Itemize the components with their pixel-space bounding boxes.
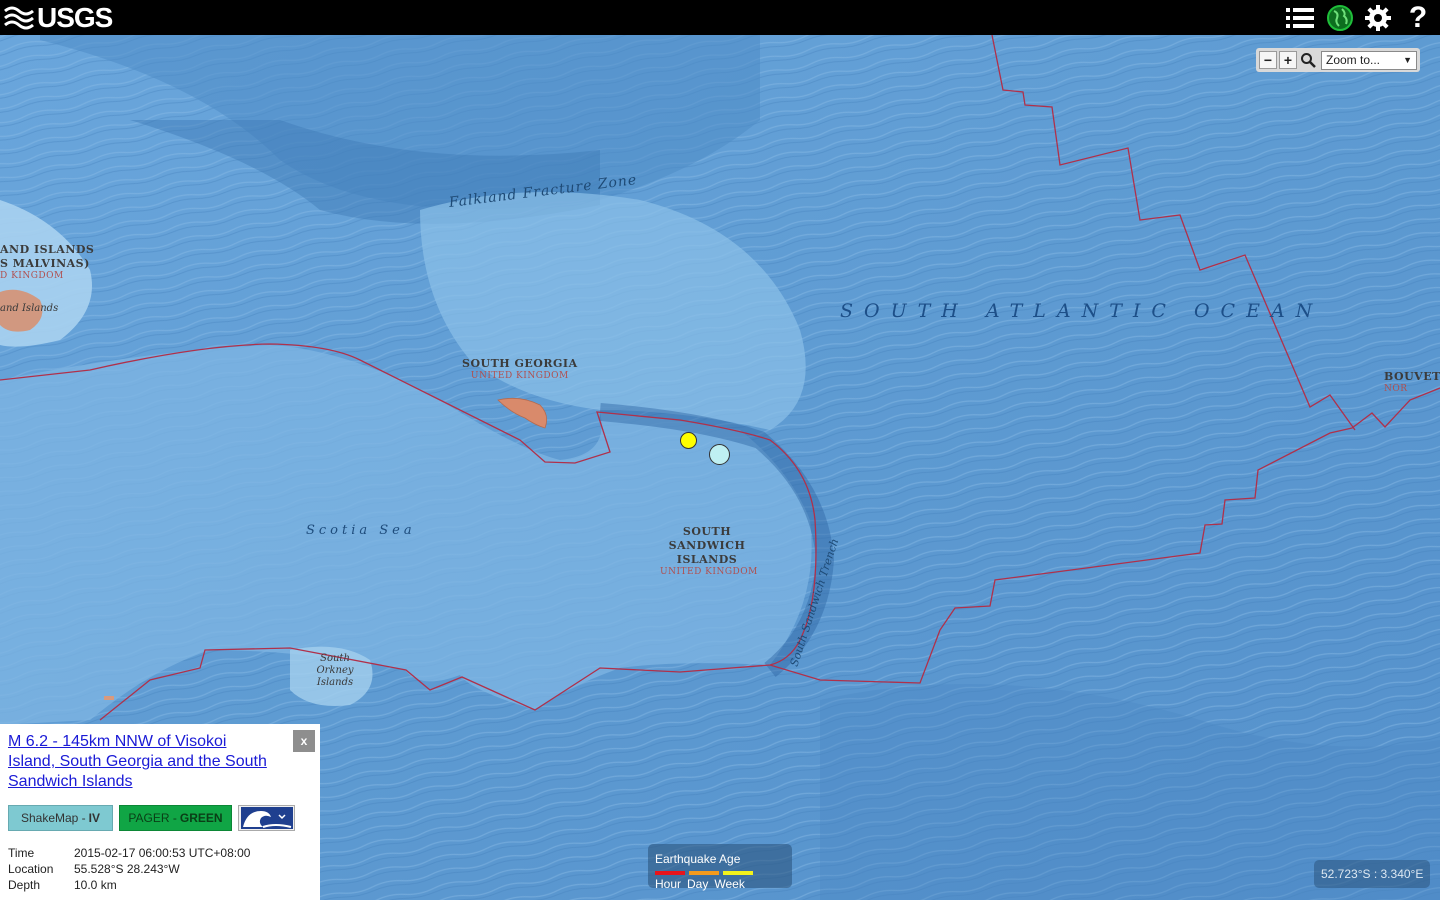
pager-badge-value: GREEN — [179, 811, 223, 825]
zoom-to-select-value: Zoom to... — [1326, 53, 1381, 67]
detail-key: Location — [8, 862, 54, 876]
popup-close-button[interactable]: x — [293, 730, 315, 752]
gear-icon — [1365, 4, 1391, 31]
legend-title: Earthquake Age — [655, 852, 741, 866]
help-button[interactable]: ? — [1402, 0, 1434, 34]
legend-items: Hour Day Week — [655, 877, 745, 891]
detail-key: Time — [8, 846, 35, 860]
zoom-in-button[interactable]: + — [1279, 51, 1297, 69]
detail-value: 2015-02-17 06:00:53 UTC+08:00 — [74, 846, 251, 860]
ssi-sovereignty-label: UNITED KINGDOM — [660, 567, 758, 577]
south-orkney-line3: Islands — [316, 677, 354, 688]
shakemap-badge-label: ShakeMap - — [20, 811, 86, 825]
shakemap-badge-value: IV — [88, 811, 101, 825]
chevron-down-icon: ▼ — [1403, 55, 1412, 65]
falkland-sovereignty-label: D KINGDOM — [0, 271, 64, 281]
bouvet-sovereignty-label: NOR — [1384, 384, 1408, 394]
ssi-label-line2: SANDWICH — [668, 539, 746, 552]
scotia-sea-label: Scotia Sea — [306, 523, 416, 538]
legend-bar-week — [723, 871, 753, 875]
event-details: Time 2015-02-17 06:00:53 UTC+08:00 Locat… — [8, 845, 250, 893]
bouvet-label: BOUVET — [1384, 370, 1440, 383]
map-view-button[interactable] — [1324, 2, 1356, 33]
ocean-label: SOUTH ATLANTIC OCEAN — [840, 300, 1324, 322]
list-icon — [1286, 7, 1314, 28]
earthquake-marker-selected[interactable] — [709, 444, 730, 465]
usgs-logo-text: USGS — [37, 2, 113, 33]
detail-key: Depth — [8, 878, 41, 892]
zoom-control: − + Zoom to... ▼ — [1256, 48, 1420, 72]
help-icon: ? — [1408, 0, 1428, 34]
detail-row-time: Time 2015-02-17 06:00:53 UTC+08:00 — [8, 845, 250, 861]
detail-value: 10.0 km — [74, 878, 117, 892]
legend-item-hour: Hour — [655, 877, 682, 891]
settings-button[interactable] — [1362, 2, 1394, 33]
event-popup: M 6.2 - 145km NNW of Visokoi Island, Sou… — [0, 724, 320, 900]
shakemap-badge[interactable]: ShakeMap - IV — [8, 805, 113, 831]
south-orkney-label-group: South Orkney Islands — [314, 653, 356, 689]
usgs-wave-icon — [4, 6, 34, 29]
legend-item-day: Day — [687, 877, 709, 891]
zoom-out-button[interactable]: − — [1259, 51, 1277, 69]
falkland-label-group: AND ISLANDS S MALVINAS) D KINGDOM — [0, 243, 94, 281]
south-georgia-label: SOUTH GEORGIA — [462, 357, 578, 370]
cursor-coordinates: 52.723°S : 3.340°E — [1314, 860, 1431, 888]
south-sandwich-label-group: SOUTH SANDWICH ISLANDS UNITED KINGDOM — [660, 525, 758, 577]
pager-badge[interactable]: PAGER - GREEN — [119, 805, 232, 831]
earthquake-age-legend[interactable]: Earthquake Age Hour Day Week — [648, 844, 792, 891]
south-orkney-line1: South — [320, 653, 350, 664]
detail-row-depth: Depth 10.0 km — [8, 877, 250, 893]
south-georgia-sovereignty-label: UNITED KINGDOM — [470, 371, 569, 381]
usgs-logo[interactable]: USGS — [4, 2, 113, 33]
ssi-label-line1: SOUTH — [682, 525, 732, 538]
top-bar: USGS ? — [0, 0, 1440, 35]
pager-badge-label: PAGER - — [128, 811, 177, 825]
south-orkney-line2: Orkney — [316, 665, 354, 676]
tsunami-badge[interactable] — [238, 805, 295, 831]
tsunami-icon — [240, 807, 293, 829]
zoom-to-select[interactable]: Zoom to... ▼ — [1321, 50, 1417, 70]
falkland-label-line2: S MALVINAS) — [0, 257, 90, 270]
legend-color-bars — [655, 871, 753, 875]
globe-icon — [1327, 4, 1353, 31]
detail-value: 55.528°S 28.243°W — [74, 862, 180, 876]
legend-bar-hour — [655, 871, 685, 875]
zoom-search-button[interactable] — [1299, 51, 1317, 69]
legend-bar-day — [689, 871, 719, 875]
falkland-small-label: and Islands — [0, 303, 59, 314]
falkland-label-line1: AND ISLANDS — [0, 243, 95, 256]
small-island — [104, 696, 114, 700]
bouvet-label-group: BOUVET NOR — [1384, 370, 1440, 394]
south-georgia-label-group: SOUTH GEORGIA UNITED KINGDOM — [462, 357, 578, 381]
earthquake-marker-day[interactable] — [680, 432, 697, 449]
detail-row-location: Location 55.528°S 28.243°W — [8, 861, 250, 877]
list-button[interactable] — [1284, 2, 1316, 33]
legend-item-week: Week — [714, 877, 745, 891]
search-icon — [1301, 53, 1316, 68]
ssi-label-line3: ISLANDS — [676, 553, 738, 566]
event-title-link[interactable]: M 6.2 - 145km NNW of Visokoi Island, Sou… — [8, 732, 268, 792]
